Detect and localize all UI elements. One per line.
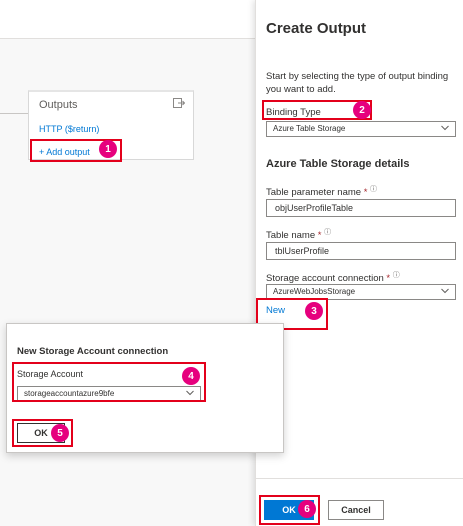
info-icon: ⓘ [324,229,332,236]
highlight-storage-account [12,362,206,402]
step-badge-5: 5 [51,424,69,442]
table-name-label: Table name * ⓘ [266,227,331,241]
storage-connection-value: AzureWebJobsStorage [273,287,356,296]
chevron-down-icon [441,125,449,131]
http-return-link[interactable]: HTTP ($return) [39,124,99,134]
create-output-panel: Create Output Start by selecting the typ… [255,0,463,526]
panel-footer-divider [256,478,463,479]
step-badge-2: 2 [353,101,371,119]
step-badge-6: 6 [298,500,316,518]
required-mark: * [363,187,368,199]
connector-line [0,113,28,114]
storage-connection-label: Storage account connection * ⓘ [266,270,400,284]
required-mark: * [386,273,391,285]
binding-type-select[interactable]: Azure Table Storage [266,121,456,137]
step-badge-3: 3 [305,302,323,320]
binding-type-value: Azure Table Storage [273,124,346,133]
details-section-title: Azure Table Storage details [266,158,410,170]
table-param-input[interactable]: objUserProfileTable [266,199,456,217]
step-badge-4: 4 [182,367,200,385]
panel-description: Start by selecting the type of output bi… [266,71,449,95]
required-mark: * [317,230,322,242]
panel-title: Create Output [266,20,367,37]
cancel-button[interactable]: Cancel [328,500,384,520]
table-param-label: Table parameter name * ⓘ [266,184,377,198]
outputs-title: Outputs [39,99,78,111]
table-name-label-text: Table name [266,230,316,242]
dialog-title: New Storage Account connection [17,346,169,357]
storage-connection-label-text: Storage account connection [266,273,384,285]
table-param-label-text: Table parameter name [266,187,362,199]
info-icon: ⓘ [370,186,378,193]
canvas-header [0,0,255,39]
info-icon: ⓘ [392,272,400,279]
table-name-input[interactable]: tblUserProfile [266,242,456,260]
export-icon[interactable] [173,98,185,108]
step-badge-1: 1 [99,140,117,158]
chevron-down-icon [441,288,449,294]
